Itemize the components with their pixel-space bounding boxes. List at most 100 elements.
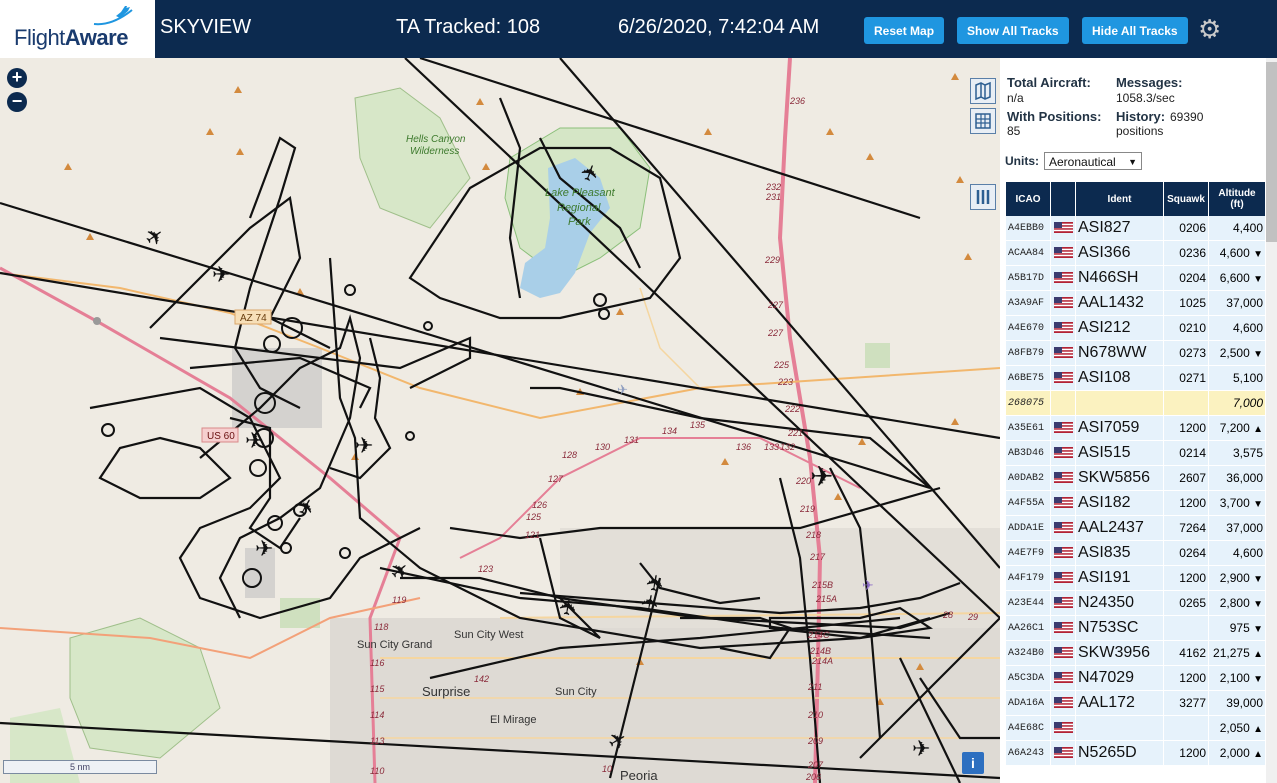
flightaware-logo[interactable]: FlightAware <box>0 0 155 58</box>
panel-scrollbar-thumb[interactable] <box>1266 62 1277 242</box>
table-row[interactable]: AA26C1 N753SC 975 ▼ <box>1006 616 1265 641</box>
table-row[interactable]: A8FB79 N678WW 0273 2,500 ▼ <box>1006 341 1265 366</box>
exit-label: 225 <box>773 360 790 370</box>
ident-cell: ASI191 <box>1076 566 1163 591</box>
label-sun-city-grand: Sun City Grand <box>357 639 432 651</box>
altitude-cell: 7,000 <box>1209 391 1265 416</box>
table-row[interactable]: A4E68C 2,050 ▲ <box>1006 716 1265 741</box>
exit-label: 214C <box>807 630 830 640</box>
table-row[interactable]: A5B17D N466SH 0204 6,600 ▼ <box>1006 266 1265 291</box>
altitude-trend-icon: ▲ <box>1253 749 1263 760</box>
icao-cell: A4E670 <box>1006 316 1050 341</box>
messages-value: 1058.3/sec <box>1116 91 1175 105</box>
ident-cell: SKW5856 <box>1076 466 1163 491</box>
icao-cell: A4F55A <box>1006 491 1050 516</box>
squawk-cell: 1200 <box>1164 416 1208 441</box>
columns-icon <box>976 190 990 204</box>
label-hells-canyon: Hells Canyon <box>406 134 466 145</box>
table-row[interactable]: A3A9AF AAL1432 1025 37,000 <box>1006 291 1265 316</box>
aircraft-icon[interactable]: ✈ <box>912 736 930 761</box>
units-select[interactable]: Aeronautical ▼ <box>1044 152 1142 170</box>
altitude-value: 2,100 <box>1219 671 1250 685</box>
exit-label: 10 <box>602 764 612 774</box>
column-header-ident[interactable]: Ident <box>1076 182 1163 216</box>
zoom-out-button[interactable]: − <box>7 92 27 112</box>
column-header-icao[interactable]: ICAO <box>1006 182 1050 216</box>
gear-icon[interactable]: ⚙ <box>1198 14 1221 45</box>
table-row[interactable]: AB3D46 ASI515 0214 3,575 <box>1006 441 1265 466</box>
toggle-panel-button[interactable] <box>970 184 996 210</box>
reset-map-button[interactable]: Reset Map <box>864 17 945 44</box>
aircraft-icon[interactable]: ✈ <box>355 433 373 458</box>
label-az74: AZ 74 <box>240 313 267 324</box>
flag-cell <box>1051 216 1075 241</box>
table-row[interactable]: A6BE75 ASI108 0271 5,100 <box>1006 366 1265 391</box>
column-header-squawk[interactable]: Squawk <box>1164 182 1208 216</box>
exit-label: 142 <box>474 674 489 684</box>
flag-cell <box>1051 641 1075 666</box>
info-icon[interactable]: i <box>962 752 984 774</box>
map-view[interactable]: ✈ ✈ ✈ ✈ ✈ ✈ ✈ ✈ ✈ ✈ ✈ ✈ ✈ ✈ ✈ ✈ Hells Ca… <box>0 58 1000 783</box>
icao-cell: A324B0 <box>1006 641 1050 666</box>
column-header-altitude[interactable]: Altitude (ft) <box>1209 182 1265 216</box>
map-grid-button[interactable] <box>970 108 996 134</box>
exit-label: 214B <box>809 646 831 656</box>
ident-cell: ASI108 <box>1076 366 1163 391</box>
table-row[interactable]: 268075 7,000 <box>1006 391 1265 416</box>
table-row[interactable]: A35E61 ASI7059 1200 7,200 ▲ <box>1006 416 1265 441</box>
us-flag-icon <box>1053 747 1073 759</box>
aircraft-icon[interactable]: ✈ <box>255 536 273 561</box>
table-row[interactable]: A5C3DA N47029 1200 2,100 ▼ <box>1006 666 1265 691</box>
table-row[interactable]: A4EBB0 ASI827 0206 4,400 <box>1006 216 1265 241</box>
label-sun-city-west: Sun City West <box>454 629 524 641</box>
label-el-mirage: El Mirage <box>490 714 536 726</box>
icao-cell: A5B17D <box>1006 266 1050 291</box>
us-flag-icon <box>1053 497 1073 509</box>
table-row[interactable]: A4E7F9 ASI835 0264 4,600 <box>1006 541 1265 566</box>
label-lake-pleasant-3: Park <box>568 216 591 228</box>
exit-label: 132 <box>780 442 795 452</box>
altitude-cell: 4,400 <box>1209 216 1265 241</box>
altitude-value: 975 <box>1229 621 1250 635</box>
altitude-value: 6,600 <box>1219 271 1250 285</box>
altitude-value: 2,900 <box>1219 571 1250 585</box>
map-layers-button[interactable] <box>970 78 996 104</box>
table-row[interactable]: ACAA84 ASI366 0236 4,600 ▼ <box>1006 241 1265 266</box>
altitude-trend-icon: ▼ <box>1253 674 1263 685</box>
altitude-value: 39,000 <box>1226 696 1263 710</box>
table-row[interactable]: A4F55A ASI182 1200 3,700 ▼ <box>1006 491 1265 516</box>
flag-cell <box>1051 516 1075 541</box>
altitude-value: 36,000 <box>1226 471 1263 485</box>
flag-cell <box>1051 591 1075 616</box>
table-row[interactable]: A324B0 SKW3956 4162 21,275 ▲ <box>1006 641 1265 666</box>
table-row[interactable]: ADDA1E AAL2437 7264 37,000 <box>1006 516 1265 541</box>
us-flag-icon <box>1053 647 1073 659</box>
squawk-cell: 2607 <box>1164 466 1208 491</box>
us-flag-icon <box>1053 422 1073 434</box>
exit-label: 219 <box>799 504 815 514</box>
hide-all-tracks-button[interactable]: Hide All Tracks <box>1082 17 1188 44</box>
zoom-in-button[interactable]: + <box>7 68 27 88</box>
map-canvas[interactable]: ✈ ✈ ✈ ✈ ✈ ✈ ✈ ✈ ✈ ✈ ✈ ✈ ✈ ✈ ✈ ✈ Hells Ca… <box>0 58 1000 783</box>
exit-label: 236 <box>789 96 805 106</box>
altitude-trend-icon: ▲ <box>1253 424 1263 435</box>
history-unit: positions <box>1116 124 1164 138</box>
aircraft-icon[interactable]: ✈ <box>212 262 230 287</box>
table-row[interactable]: A6A243 N5265D 1200 2,000 ▲ <box>1006 741 1265 766</box>
aircraft-icon[interactable]: ✈ <box>810 461 833 492</box>
aircraft-icon[interactable]: ✈ <box>245 428 263 453</box>
show-all-tracks-button[interactable]: Show All Tracks <box>957 17 1069 44</box>
squawk-cell: 0273 <box>1164 341 1208 366</box>
table-row[interactable]: A4F179 ASI191 1200 2,900 ▼ <box>1006 566 1265 591</box>
altitude-trend-icon: ▼ <box>1253 499 1263 510</box>
table-row[interactable]: ADA16A AAL172 3277 39,000 <box>1006 691 1265 716</box>
icao-cell: A23E44 <box>1006 591 1050 616</box>
table-row[interactable]: A0DAB2 SKW5856 2607 36,000 <box>1006 466 1265 491</box>
column-header-flag[interactable] <box>1051 182 1075 216</box>
table-row[interactable]: A23E44 N24350 0265 2,800 ▼ <box>1006 591 1265 616</box>
us-flag-icon <box>1053 522 1073 534</box>
altitude-cell: 37,000 <box>1209 516 1265 541</box>
squawk-cell: 1200 <box>1164 741 1208 766</box>
ident-cell: AAL1432 <box>1076 291 1163 316</box>
table-row[interactable]: A4E670 ASI212 0210 4,600 <box>1006 316 1265 341</box>
